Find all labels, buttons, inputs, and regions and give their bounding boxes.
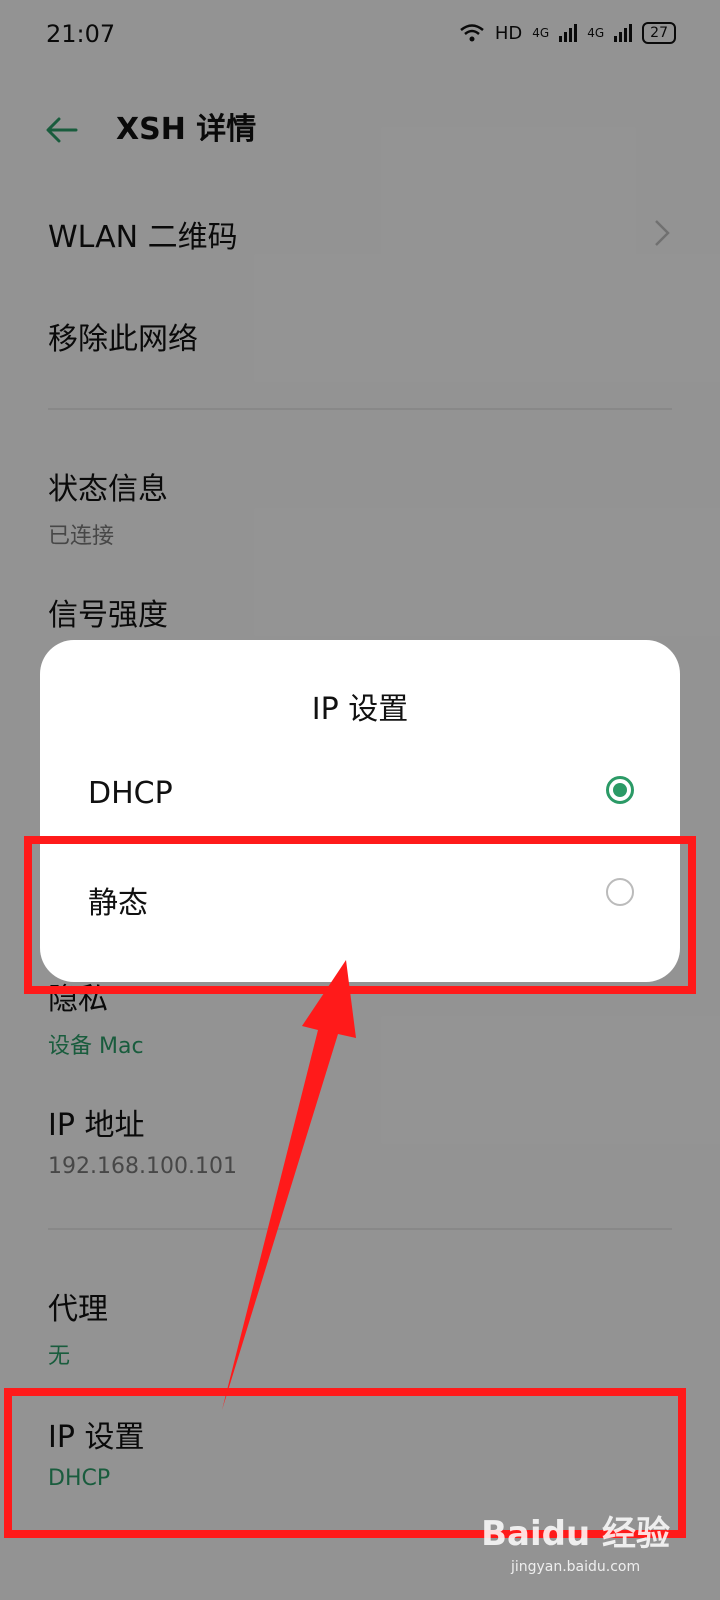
dialog-title: IP 设置 bbox=[311, 692, 409, 727]
watermark-brand: Baidu 经验 bbox=[481, 1514, 670, 1554]
watermark: Baidu 经验 jingyan.baidu.com bbox=[481, 1506, 670, 1575]
option-dhcp-label: DHCP bbox=[88, 776, 173, 811]
option-dhcp[interactable]: DHCP bbox=[40, 746, 680, 842]
highlight-box-static bbox=[24, 836, 696, 994]
radio-checked-icon[interactable] bbox=[606, 776, 634, 804]
watermark-url: jingyan.baidu.com bbox=[510, 1559, 641, 1575]
